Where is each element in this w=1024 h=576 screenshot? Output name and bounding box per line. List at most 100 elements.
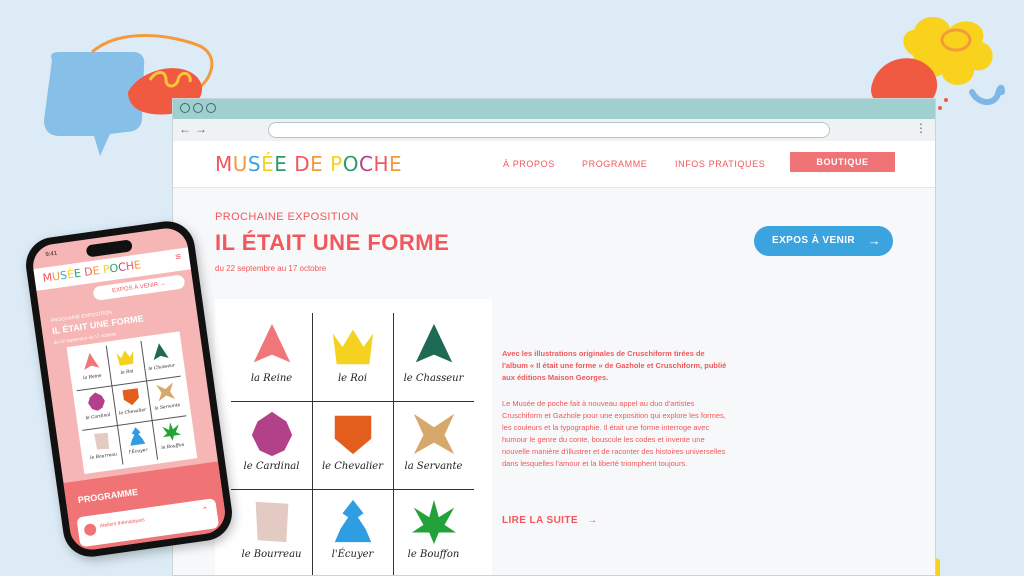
illustration-card: le Roi [106, 341, 146, 385]
illustration-label: le Chasseur [148, 363, 176, 373]
exhibition-eyebrow: PROCHAINE EXPOSITION [215, 211, 359, 223]
address-row: ← → ⋮ [173, 119, 935, 141]
logo-letter: E [388, 152, 403, 176]
back-arrow-icon[interactable]: ← [179, 122, 191, 136]
dot-shape [944, 98, 948, 102]
logo-letter: C [358, 152, 374, 176]
illustration-label: le Cardinal [85, 412, 111, 422]
illustration-card: l'Écuyer [117, 420, 157, 464]
browser-chrome: ← → ⋮ [173, 99, 935, 141]
illustration-card: le Bouffon [393, 489, 474, 575]
illustration-grid: la Reine le Roi le Chasseur le Cardinal le C… [215, 299, 492, 575]
grid-line [231, 489, 474, 490]
illustration-card: le Cardinal [231, 401, 312, 489]
arrow-right-icon: → [867, 233, 881, 248]
arrow-shape-icon [415, 323, 452, 363]
illustration-label: la Reine [250, 373, 293, 384]
exhibition-dates: du 22 septembre au 17 octobre [215, 264, 327, 273]
pawn-shape-icon [334, 499, 371, 542]
illustration-card: la Servante [146, 376, 186, 420]
phone-programme-card[interactable]: Ateliers thématiques ⌃ [76, 498, 220, 548]
illustration-card: le Cardinal [77, 385, 117, 429]
logo-letter: E [310, 152, 324, 176]
phone-illustration-grid: la Reine le Roi le Chasseur le Cardinal le C… [66, 331, 198, 475]
illustration-card: le Chasseur [393, 313, 474, 401]
nav-link-infos-pratiques[interactable]: INFOS PRATIQUES [675, 159, 765, 169]
grid-line [231, 401, 474, 402]
logo-letter: S [247, 152, 262, 176]
arrow-shape-icon [253, 323, 290, 363]
upcoming-exhibitions-button[interactable]: EXPOS À VENIR → [754, 226, 893, 256]
phone-notch [85, 239, 133, 258]
shield-shape-icon [122, 388, 139, 406]
phone-time: 9:41 [45, 250, 58, 259]
exhibition-title: IL ÉTAIT UNE FORME [215, 230, 450, 255]
crown-shape-icon [332, 329, 373, 365]
crown-shape-icon [115, 350, 133, 366]
chevron-up-icon[interactable]: ⌃ [201, 505, 209, 515]
illustration-card: le Chasseur [140, 336, 180, 380]
description-lead: Avec les illustrations originales de Cru… [502, 349, 727, 382]
illustration-card: la Reine [231, 313, 312, 401]
site-header: MUSÉE DE POCHE À PROPOS PROGRAMME INFOS … [173, 141, 935, 188]
illustration-card: la Reine [71, 346, 111, 390]
logo-letter: U [232, 152, 248, 176]
star4-shape-icon [413, 413, 454, 454]
grid-line [312, 313, 313, 575]
illustration-label: la Servante [404, 461, 463, 472]
gem-shape-icon [87, 392, 105, 411]
window-maximize-dot[interactable] [206, 103, 216, 113]
hamburger-menu-icon[interactable]: ≡ [175, 252, 182, 264]
illustration-label: le Bouffon [407, 549, 460, 560]
illustration-label: la Reine [82, 373, 103, 382]
browser-window: ← → ⋮ MUSÉE DE POCHE À PROPOS PROGRAMME … [172, 98, 936, 576]
logo-letter: É [261, 152, 275, 176]
illustration-card: l'Écuyer [312, 489, 393, 575]
window-minimize-dot[interactable] [193, 103, 203, 113]
logo-letter: O [342, 152, 359, 176]
window-close-dot[interactable] [180, 103, 190, 113]
phone-card-text: Ateliers thématiques [99, 517, 146, 530]
address-bar[interactable] [268, 122, 830, 138]
logo-letter: D [294, 152, 311, 176]
arrow-right-icon: → [587, 515, 598, 526]
illustration-label: le Chevalier [321, 461, 383, 472]
illustration-label: l'Écuyer [331, 549, 374, 560]
read-more-label: LIRE LA SUITE [502, 515, 578, 526]
phone-logo[interactable]: MUSÉE DE POCHE [42, 258, 142, 285]
star4-shape-icon [155, 382, 175, 402]
nav-link-a-propos[interactable]: À PROPOS [503, 159, 555, 169]
illustration-card: le Bourreau [231, 489, 312, 575]
phone-screen: 9:41 MUSÉE DE POCHE ≡ EXPOS À VENIR → PR… [30, 225, 228, 553]
star-icon [83, 522, 97, 537]
slab-shape-icon [255, 501, 288, 542]
burst-shape-icon [161, 422, 181, 441]
arrow-shape-icon [83, 353, 99, 370]
read-more-link[interactable]: LIRE LA SUITE → [502, 515, 598, 526]
illustration-card: le Roi [312, 313, 393, 401]
phone-programme-title: PROGRAMME [77, 486, 139, 506]
nav-link-programme[interactable]: PROGRAMME [582, 159, 647, 169]
illustration-label: le Chevalier [118, 407, 147, 417]
slab-shape-icon [93, 432, 109, 450]
illustration-card: le Bouffon [152, 415, 192, 459]
illustration-card: le Bourreau [82, 425, 122, 469]
logo-letter: P [330, 152, 343, 176]
illustration-label: le Bourreau [241, 549, 302, 560]
shop-button[interactable]: BOUTIQUE [790, 152, 895, 172]
shield-shape-icon [334, 415, 371, 454]
forward-arrow-icon[interactable]: → [195, 122, 207, 136]
illustration-label: le Bouffon [161, 442, 185, 452]
logo-letter: E [274, 152, 288, 176]
description-body: Le Musée de poche fait à nouveau appel a… [502, 399, 726, 468]
illustration-card: le Chevalier [312, 401, 393, 489]
logo-letter: M [215, 152, 233, 176]
dot-shape [938, 106, 942, 110]
browser-menu-icon[interactable]: ⋮ [915, 121, 927, 135]
illustration-label: le Roi [120, 369, 135, 376]
speech-bubble-shape [44, 52, 145, 156]
upcoming-exhibitions-label: EXPOS À VENIR [772, 235, 855, 246]
gem-shape-icon [251, 411, 292, 456]
site-logo[interactable]: MUSÉE DE POCHE [215, 152, 402, 176]
illustration-label: l'Écuyer [128, 448, 148, 456]
